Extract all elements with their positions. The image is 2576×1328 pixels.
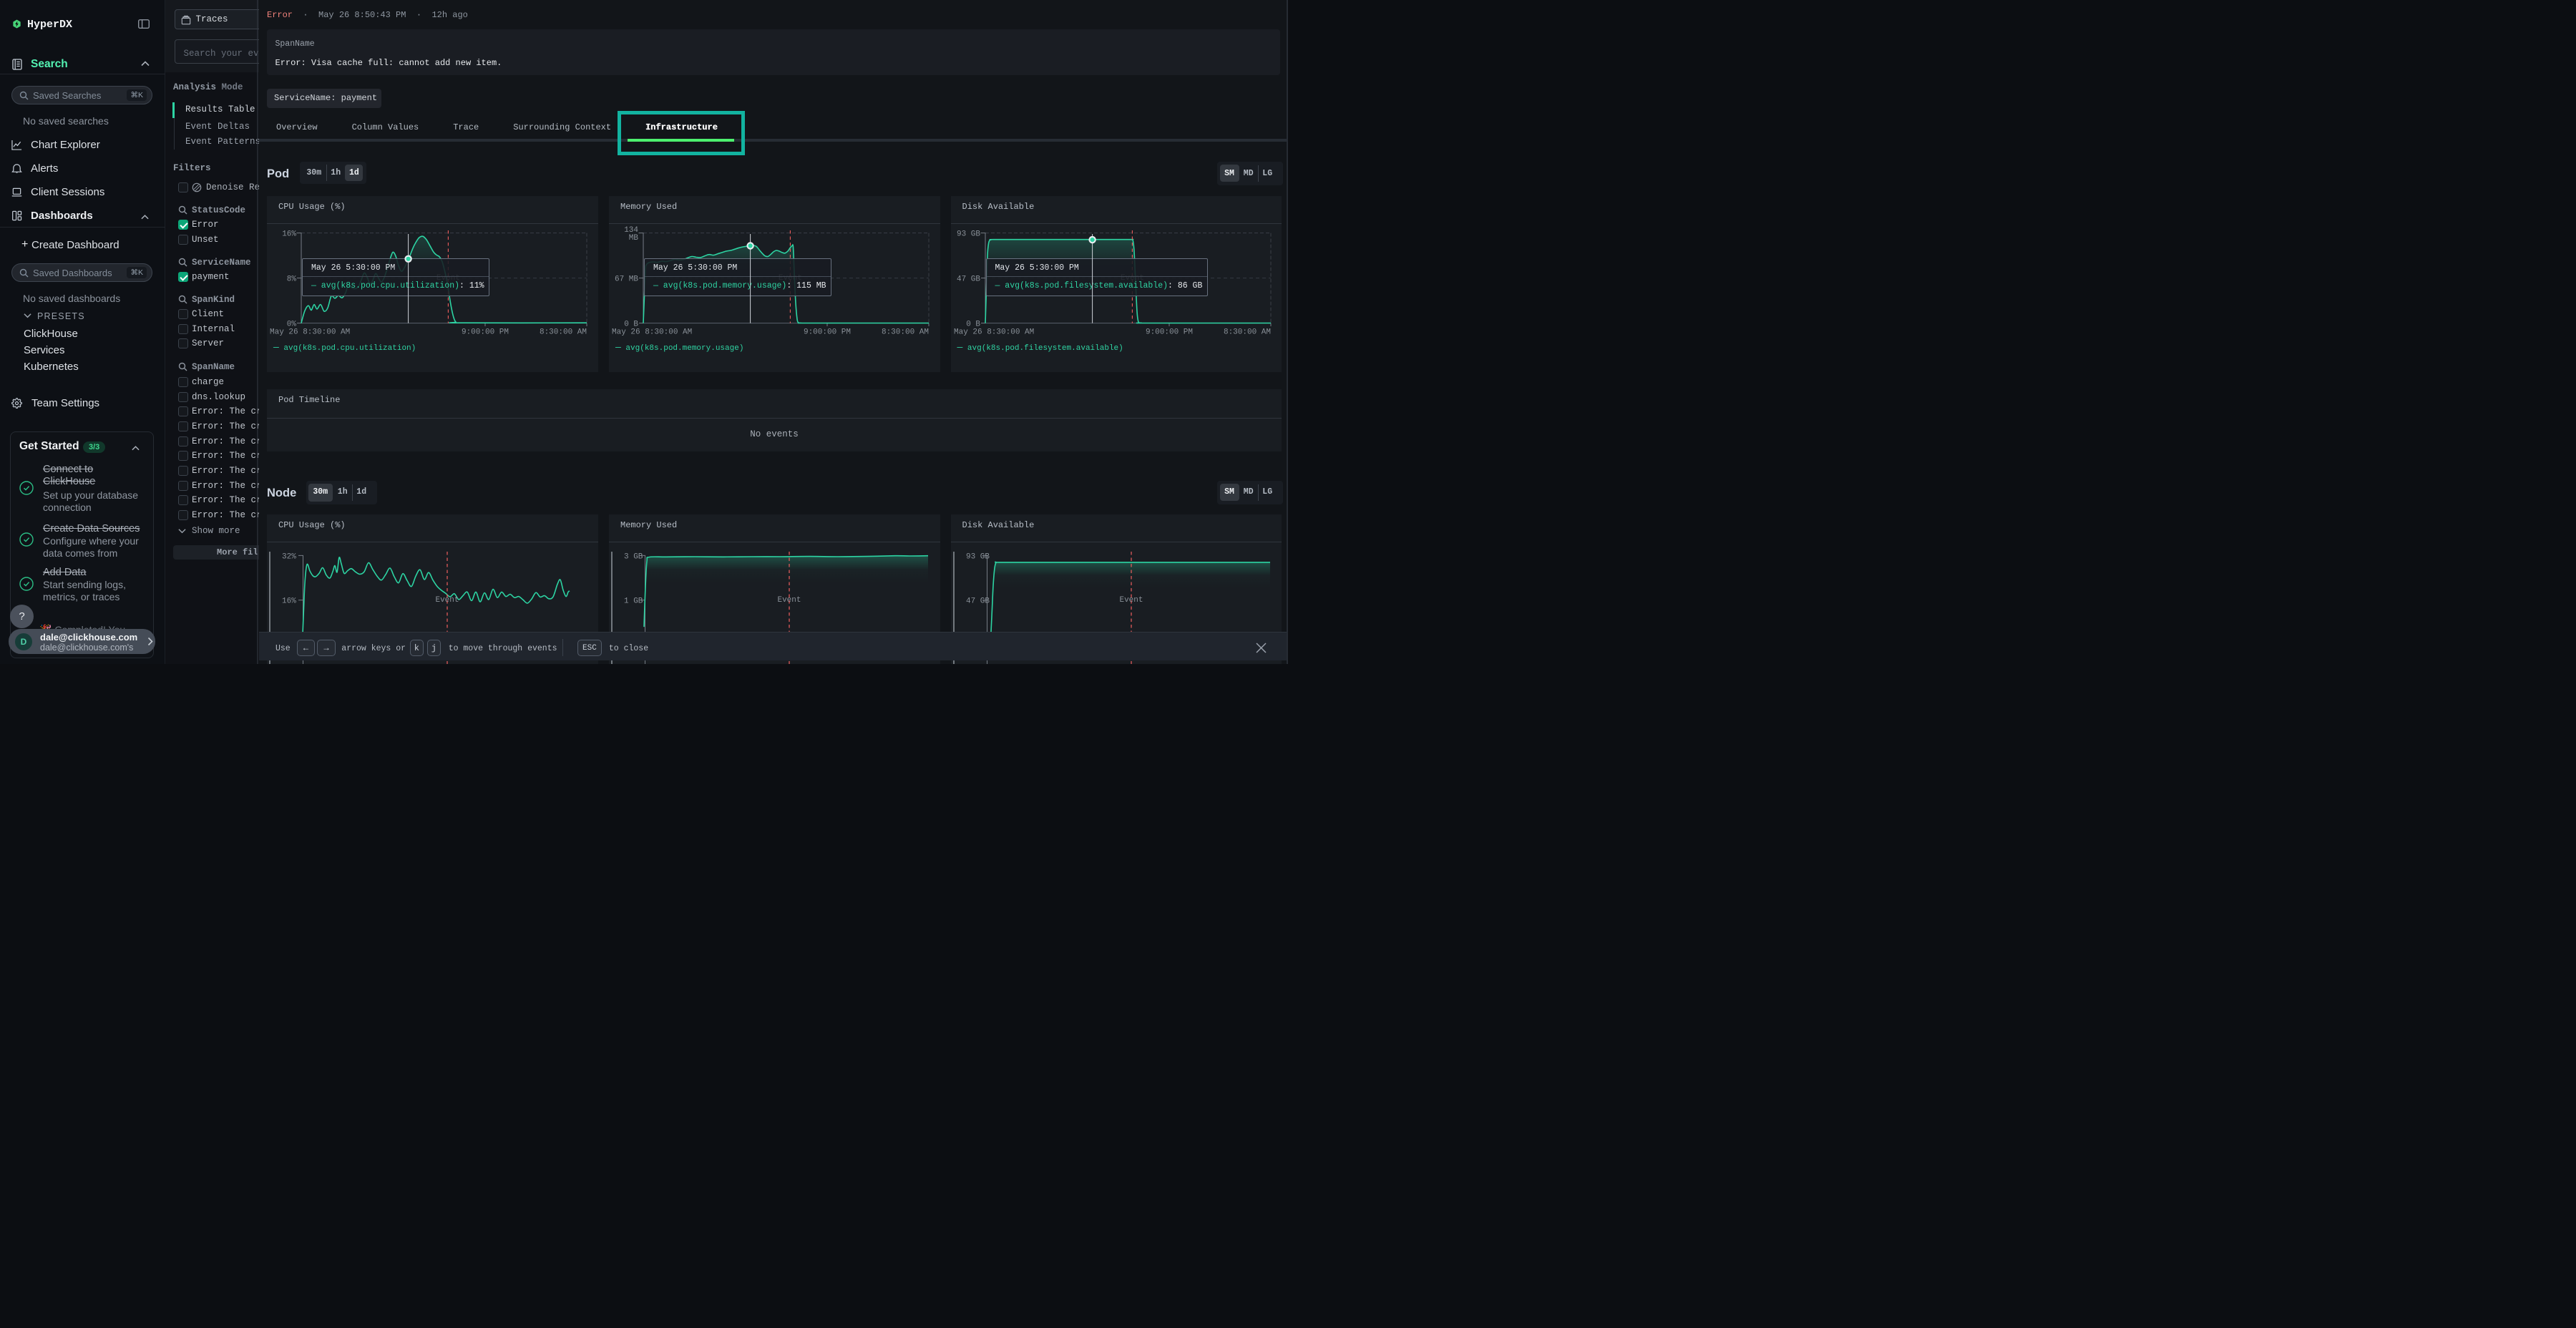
svg-text:Event: Event [1119,596,1143,605]
svg-text:Event: Event [777,596,801,605]
svg-text:16%: 16% [282,597,296,606]
svg-text:3 GB: 3 GB [624,553,643,562]
svg-text:Event: Event [435,596,459,605]
svg-text:47 GB: 47 GB [966,597,990,606]
svg-text:32%: 32% [282,553,296,562]
svg-text:93 GB: 93 GB [966,553,990,562]
svg-text:1 GB: 1 GB [624,597,643,606]
